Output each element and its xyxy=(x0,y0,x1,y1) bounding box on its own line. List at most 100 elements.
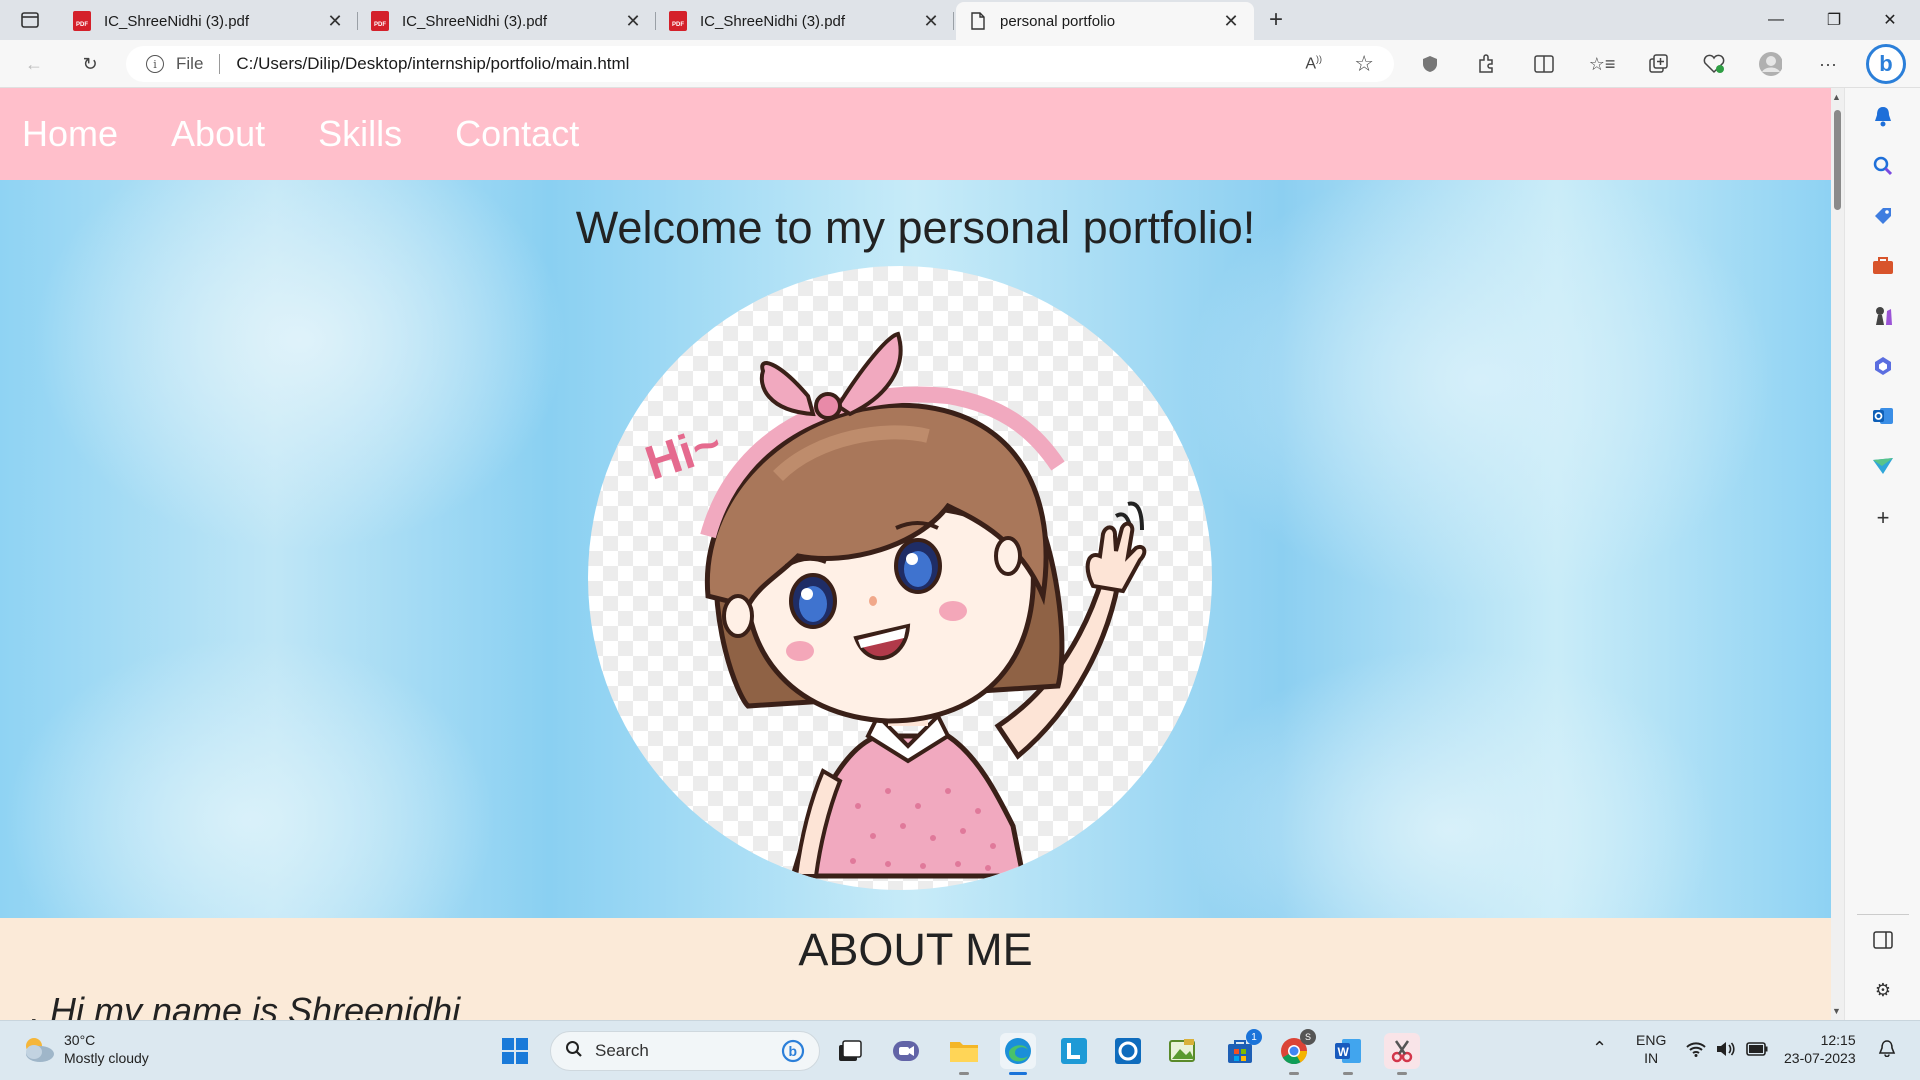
teams-chat-icon[interactable] xyxy=(888,1033,924,1069)
close-icon[interactable]: ✕ xyxy=(622,10,644,32)
about-title: ABOUT ME xyxy=(798,924,1033,975)
browser-essentials-icon[interactable] xyxy=(1702,52,1726,76)
tab-title: personal portfolio xyxy=(1000,12,1116,30)
avatar-greeting: Hi~ xyxy=(639,417,728,491)
browser-toolbar: ← ↻ i File C:/Users/Dilip/Desktop/intern… xyxy=(0,40,1920,88)
svg-text:W: W xyxy=(1338,1045,1350,1059)
nav-link-about[interactable]: About xyxy=(171,113,265,155)
page-scrollbar[interactable]: ▲ ▼ xyxy=(1831,88,1844,1020)
settings-gear-icon[interactable]: ⚙ xyxy=(1871,978,1895,1002)
about-text: . Hi my name is Shreenidhi xyxy=(30,990,461,1020)
l-app-icon[interactable] xyxy=(1056,1033,1092,1069)
weather-widget[interactable]: 30°C Mostly cloudy xyxy=(20,1031,149,1067)
cortana-icon[interactable] xyxy=(1110,1033,1146,1069)
sidebar-toggle-icon[interactable] xyxy=(1871,928,1895,952)
microsoft-store-icon[interactable]: 1 xyxy=(1222,1029,1262,1069)
drop-send-icon[interactable] xyxy=(1871,454,1895,478)
weather-temperature: 30°C xyxy=(64,1032,96,1048)
weather-description: Mostly cloudy xyxy=(64,1050,149,1066)
browser-tab[interactable]: PDF IC_ShreeNidhi (3).pdf ✕ xyxy=(358,2,656,40)
taskbar-search-input[interactable]: Search b xyxy=(550,1031,820,1071)
word-icon[interactable]: W xyxy=(1330,1033,1366,1075)
outlook-icon[interactable] xyxy=(1871,404,1895,428)
notification-bell-icon[interactable] xyxy=(1878,1039,1896,1061)
bing-search-icon: b xyxy=(781,1039,805,1068)
nav-link-skills[interactable]: Skills xyxy=(318,113,402,155)
tab-title: IC_ShreeNidhi (3).pdf xyxy=(402,12,548,30)
split-screen-icon[interactable] xyxy=(1532,52,1556,76)
scroll-down-arrow-icon[interactable]: ▼ xyxy=(1832,1006,1841,1016)
battery-icon[interactable] xyxy=(1746,1042,1768,1060)
file-explorer-icon[interactable] xyxy=(946,1033,982,1075)
about-section: ABOUT ME . Hi my name is Shreenidhi xyxy=(0,918,1831,1020)
address-separator xyxy=(219,54,221,74)
nav-link-home[interactable]: Home xyxy=(22,113,118,155)
tools-briefcase-icon[interactable] xyxy=(1871,254,1895,278)
minimize-button[interactable]: — xyxy=(1748,0,1804,40)
address-url[interactable]: C:/Users/Dilip/Desktop/internship/portfo… xyxy=(236,54,629,74)
address-bar[interactable]: i File C:/Users/Dilip/Desktop/internship… xyxy=(126,46,1394,82)
language-region: IN xyxy=(1644,1050,1659,1066)
more-options-icon[interactable]: ··· xyxy=(1816,52,1840,76)
language-indicator[interactable]: ENG IN xyxy=(1636,1031,1666,1067)
system-clock[interactable]: 12:15 23-07-2023 xyxy=(1784,1031,1856,1067)
collections-icon[interactable] xyxy=(1646,52,1670,76)
edge-sidebar: + ⚙ xyxy=(1844,88,1920,1020)
add-icon[interactable]: + xyxy=(1871,505,1895,530)
tab-title: IC_ShreeNidhi (3).pdf xyxy=(700,12,846,30)
search-placeholder: Search xyxy=(595,1041,649,1060)
bing-copilot-button[interactable]: b xyxy=(1866,44,1906,84)
hero-section: Welcome to my personal portfolio! Hi~ xyxy=(0,180,1831,1006)
browser-tab[interactable]: PDF IC_ShreeNidhi (3).pdf ✕ xyxy=(656,2,954,40)
scroll-up-arrow-icon[interactable]: ▲ xyxy=(1832,92,1841,102)
new-tab-button[interactable]: + xyxy=(1262,6,1290,34)
favorite-star-icon[interactable]: ☆ xyxy=(1354,51,1374,77)
tab-actions-button[interactable] xyxy=(14,8,46,32)
page-viewport: Home About Skills Contact Welcome to my … xyxy=(0,88,1831,1020)
clock-date: 23-07-2023 xyxy=(1784,1050,1856,1066)
tab-actions-icon xyxy=(21,12,39,28)
maximize-button[interactable]: ❐ xyxy=(1806,0,1862,40)
pdf-icon: PDF xyxy=(668,11,688,31)
close-icon[interactable]: ✕ xyxy=(920,10,942,32)
wifi-icon[interactable] xyxy=(1686,1041,1706,1061)
language-code: ENG xyxy=(1636,1032,1667,1048)
windows-start-icon[interactable] xyxy=(497,1033,533,1069)
show-hidden-icons-chevron-icon[interactable]: ⌃ xyxy=(1592,1039,1607,1057)
shield-icon[interactable] xyxy=(1418,52,1442,76)
search-icon xyxy=(565,1040,583,1063)
back-arrow-icon[interactable]: ← xyxy=(22,52,46,76)
sidebar-divider xyxy=(1857,914,1909,915)
scroll-thumb[interactable] xyxy=(1834,110,1841,210)
extensions-icon[interactable] xyxy=(1474,52,1498,76)
tab-title: IC_ShreeNidhi (3).pdf xyxy=(104,12,250,30)
snipping-tool-icon[interactable] xyxy=(1384,1033,1420,1075)
bell-icon[interactable] xyxy=(1871,104,1895,128)
chrome-icon[interactable]: S xyxy=(1276,1029,1316,1075)
shopping-tag-icon[interactable] xyxy=(1871,204,1895,228)
photo-editor-icon[interactable] xyxy=(1164,1033,1200,1069)
profile-avatar[interactable] xyxy=(1758,52,1782,76)
search-sidebar-icon[interactable] xyxy=(1871,154,1895,178)
refresh-icon[interactable]: ↻ xyxy=(78,52,102,76)
games-chess-icon[interactable] xyxy=(1871,304,1895,328)
window-close-button[interactable]: ✕ xyxy=(1862,0,1918,40)
favorites-icon[interactable]: ☆≡ xyxy=(1589,52,1616,76)
close-icon[interactable]: ✕ xyxy=(1220,10,1242,32)
read-aloud-icon[interactable]: A)) xyxy=(1305,54,1322,73)
nav-link-contact[interactable]: Contact xyxy=(455,113,579,155)
pdf-icon: PDF xyxy=(370,11,390,31)
browser-tab-active[interactable]: personal portfolio ✕ xyxy=(956,2,1254,40)
task-view-icon[interactable] xyxy=(832,1033,868,1069)
windows-taskbar: 30°C Mostly cloudy Search b 1 S W ⌃ ENG … xyxy=(0,1020,1920,1080)
store-notification-badge: 1 xyxy=(1246,1029,1262,1045)
info-icon[interactable]: i xyxy=(146,55,164,73)
microsoft-365-icon[interactable] xyxy=(1871,354,1895,378)
clock-time: 12:15 xyxy=(1820,1032,1856,1048)
close-icon[interactable]: ✕ xyxy=(324,10,346,32)
svg-text:b: b xyxy=(789,1043,798,1059)
volume-icon[interactable] xyxy=(1716,1041,1736,1061)
address-scheme-label: File xyxy=(176,54,204,73)
edge-browser-icon[interactable] xyxy=(1000,1033,1036,1075)
browser-tab[interactable]: PDF IC_ShreeNidhi (3).pdf ✕ xyxy=(60,2,358,40)
